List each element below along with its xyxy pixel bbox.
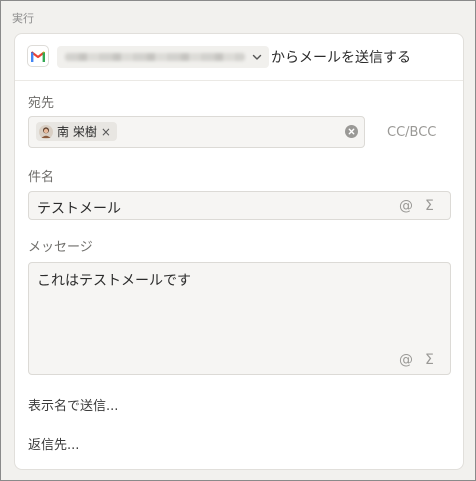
chevron-down-icon [252,54,262,60]
send-as-display-name-link[interactable]: 表示名で送信... [28,395,118,414]
subject-label: 件名 [28,170,55,185]
action-header: からメールを送信する [15,34,463,81]
action-title: からメールを送信する [271,50,411,66]
gmail-icon [27,45,49,67]
cc-bcc-button[interactable]: CC/BCC [387,125,436,140]
mention-icon[interactable]: @ [399,199,413,213]
message-value: これはテストメールです [37,273,191,289]
formula-icon[interactable]: Σ [425,199,434,213]
subject-field[interactable]: テストメール @ Σ [28,191,451,220]
to-label: 宛先 [28,96,55,111]
subject-value: テストメール [37,201,121,217]
account-select[interactable] [57,46,269,68]
clear-icon[interactable] [345,125,358,138]
reply-to-link[interactable]: 返信先... [28,434,79,453]
avatar [39,124,53,139]
to-field[interactable]: 南 栄樹 × [28,116,365,148]
recipient-name: 南 栄樹 [57,125,97,139]
mention-icon[interactable]: @ [399,353,413,367]
message-field[interactable]: これはテストメールです @ Σ [28,262,451,375]
section-label: 実行 [12,12,34,25]
recipient-chip[interactable]: 南 栄樹 × [36,122,117,141]
formula-icon[interactable]: Σ [425,353,434,367]
account-name-redacted [65,53,245,61]
send-email-action-card: からメールを送信する 宛先 南 栄樹 × CC/BCC 件名 テストメール @ … [14,33,464,470]
remove-recipient-icon[interactable]: × [101,125,111,139]
message-label: メッセージ [28,240,93,255]
